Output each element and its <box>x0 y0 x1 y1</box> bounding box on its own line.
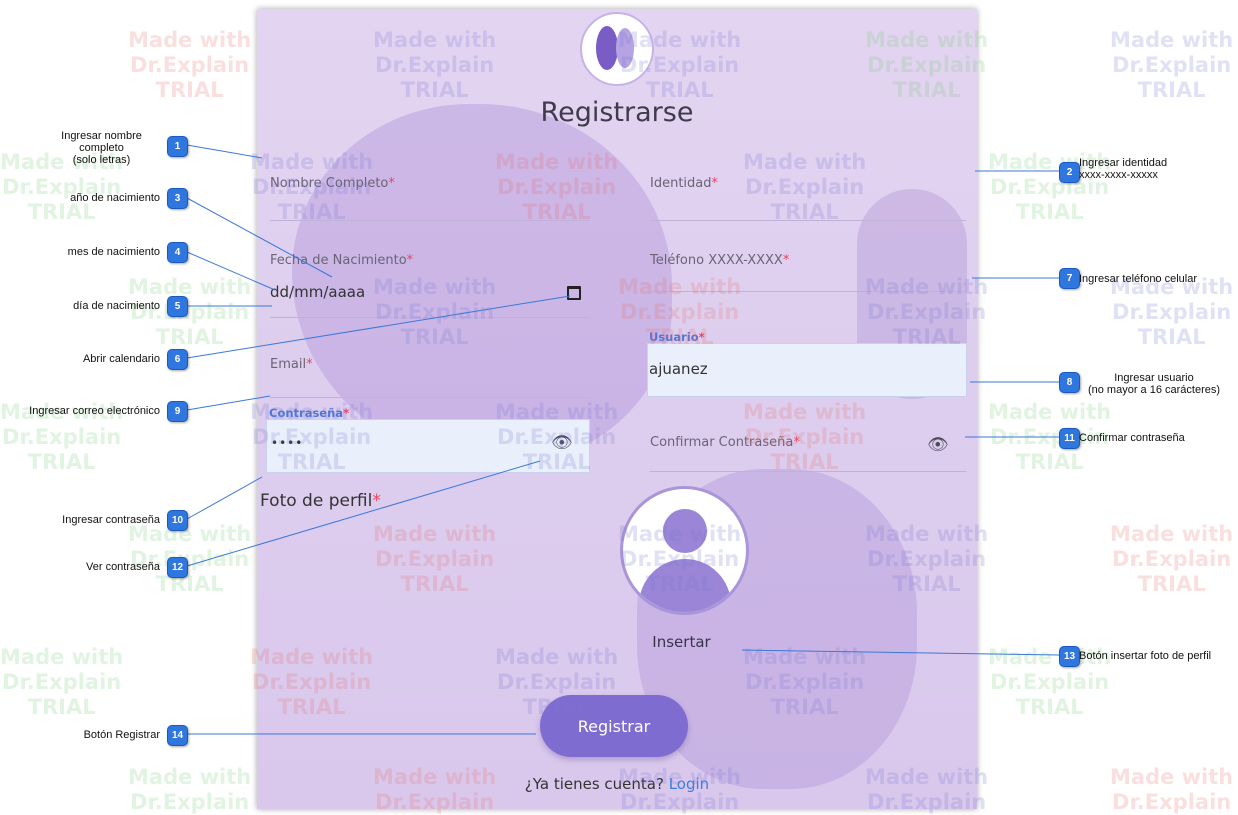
callout-badge: 10 <box>167 510 188 531</box>
callout-note: día de nacimiento <box>73 300 160 312</box>
callout-note: Ingresar usuario (no mayor a 16 carácter… <box>1087 372 1221 396</box>
callout-note: Ver contraseña <box>86 561 160 573</box>
callout-note: Botón insertar foto de perfil <box>1079 650 1212 662</box>
callout-badge: 6 <box>167 349 188 370</box>
callout-note: Ingresar nombre completo (solo letras) <box>61 130 142 166</box>
callout-badge: 13 <box>1059 646 1080 667</box>
callout-badge: 8 <box>1059 372 1080 393</box>
callout-note: mes de nacimiento <box>67 246 160 258</box>
callout-badge: 12 <box>167 557 188 578</box>
callout-badge: 2 <box>1059 162 1080 183</box>
callout-note: Ingresar identidad xxxx-xxxx-xxxxx <box>1079 157 1168 181</box>
callout-note: Ingresar contraseña <box>62 514 160 526</box>
callout-note: Confirmar contraseña <box>1079 432 1185 444</box>
callout-badge: 3 <box>167 188 188 209</box>
callout-note: año de nacimiento <box>70 192 160 204</box>
callout-badge: 14 <box>167 725 188 746</box>
callout-note: Botón Registrar <box>83 729 160 741</box>
callout-note: Ingresar correo electrónico <box>29 405 160 417</box>
callout-note: Ingresar teléfono celular <box>1079 273 1198 285</box>
callout-badge: 11 <box>1059 428 1080 449</box>
callout-badge: 7 <box>1059 268 1080 289</box>
callout-badge: 5 <box>167 296 188 317</box>
callout-badge: 1 <box>167 136 188 157</box>
callout-badge: 9 <box>167 401 188 422</box>
callout-note: Abrir calendario <box>82 353 160 365</box>
callout-badge: 4 <box>167 242 188 263</box>
